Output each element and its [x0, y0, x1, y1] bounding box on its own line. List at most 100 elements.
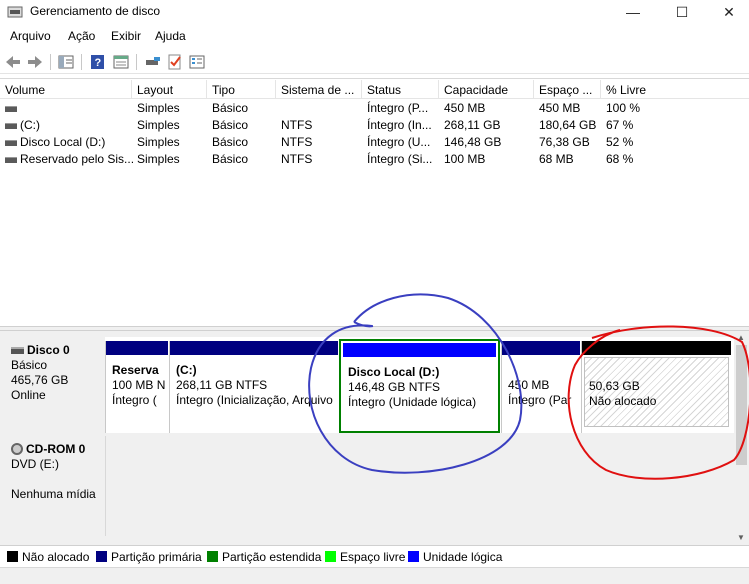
cell-sistema: NTFS: [281, 135, 313, 149]
toolbar-separator: [81, 54, 82, 70]
legend-label: Não alocado: [22, 550, 90, 564]
partition-bar: [343, 343, 496, 357]
cell-espaco: 450 MB: [539, 101, 581, 115]
forward-icon[interactable]: [26, 53, 44, 71]
cell-status: Íntegro (Si...: [367, 152, 433, 166]
menu-arquivo[interactable]: Arquivo: [10, 29, 51, 43]
properties-icon[interactable]: [112, 53, 130, 71]
column-header-espaco[interactable]: Espaço ...: [534, 80, 601, 99]
minimize-button[interactable]: —: [610, 0, 656, 24]
legend-swatch: [408, 551, 419, 562]
partition-reserved[interactable]: Reserva 100 MB N Íntegro (: [105, 341, 168, 433]
volume-icon: [5, 122, 17, 129]
partition-recovery[interactable]: 450 MB Íntegro (Par: [501, 341, 580, 433]
legend-label: Unidade lógica: [423, 550, 503, 564]
svg-text:?: ?: [95, 57, 102, 69]
cdrom-drive: DVD (E:): [11, 457, 59, 471]
cell-status: Íntegro (U...: [367, 135, 431, 149]
cell-volume: (C:): [20, 118, 40, 132]
partition-name: [508, 363, 574, 378]
cell-sistema: NTFS: [281, 152, 313, 166]
connect-icon[interactable]: [144, 53, 162, 71]
partition-name: Disco Local (D:): [348, 365, 440, 379]
column-header-status[interactable]: Status: [362, 80, 439, 99]
cell-livre: 52 %: [606, 135, 634, 149]
menu-exibir[interactable]: Exibir: [111, 29, 141, 43]
legend-item: Partição estendida: [207, 550, 321, 564]
cdrom-area[interactable]: [105, 436, 734, 536]
partition-bar: [106, 341, 168, 355]
disk0-state: Online: [11, 388, 46, 402]
scroll-up-icon[interactable]: ▲: [737, 333, 745, 342]
cell-tipo: Básico: [212, 152, 249, 166]
cell-livre: 68 %: [606, 152, 634, 166]
list-icon[interactable]: [188, 53, 206, 71]
menu-bar: Arquivo Ação Exibir Ajuda: [0, 27, 749, 47]
partition-status: Não alocado: [589, 394, 657, 408]
cell-capacidade: 146,48 GB: [444, 135, 502, 149]
disk0-partitions: Reserva 100 MB N Íntegro ( (C:) 268,11 G…: [105, 337, 734, 433]
legend-item: Partição primária: [96, 550, 202, 564]
partition-d[interactable]: Disco Local (D:) 146,48 GB NTFS Íntegro …: [339, 339, 500, 433]
cell-layout: Simples: [137, 135, 180, 149]
minimize-icon: —: [626, 4, 640, 20]
legend-label: Espaço livre: [340, 550, 406, 564]
legend-label: Partição primária: [111, 550, 202, 564]
legend-swatch: [7, 551, 18, 562]
disk-management-icon: [7, 6, 23, 18]
column-header-livre[interactable]: % Livre: [601, 80, 749, 99]
console-tree-icon[interactable]: [57, 53, 75, 71]
toolbar: ?: [0, 50, 749, 74]
menu-ajuda[interactable]: Ajuda: [155, 29, 186, 43]
table-row[interactable]: Disco Local (D:) Simples Básico NTFS Ínt…: [0, 134, 749, 151]
table-row[interactable]: Reservado pelo Sis... Simples Básico NTF…: [0, 151, 749, 168]
disk0-name: Disco 0: [27, 343, 70, 357]
close-button[interactable]: ✕: [706, 0, 749, 24]
cell-status: Íntegro (In...: [367, 118, 432, 132]
scroll-down-icon[interactable]: ▼: [737, 533, 745, 542]
volume-list: Volume Layout Tipo Sistema de ... Status…: [0, 78, 749, 326]
legend: Não alocado Partição primária Partição e…: [0, 545, 749, 567]
partition-size: 450 MB: [508, 378, 550, 392]
help-icon[interactable]: ?: [89, 53, 107, 71]
cell-volume: Disco Local (D:): [20, 135, 106, 149]
cell-layout: Simples: [137, 152, 180, 166]
cell-espaco: 68 MB: [539, 152, 574, 166]
volume-icon: [5, 139, 17, 146]
column-header-layout[interactable]: Layout: [132, 80, 207, 99]
volume-icon: [5, 105, 17, 112]
toolbar-separator: [50, 54, 51, 70]
hard-disk-icon: [11, 347, 24, 355]
column-header-sistema[interactable]: Sistema de ...: [276, 80, 362, 99]
column-header-volume[interactable]: Volume: [0, 80, 132, 99]
scrollbar-thumb[interactable]: [736, 345, 747, 465]
disk-pane-scrollbar[interactable]: ▲ ▼: [734, 331, 749, 545]
partition-unallocated[interactable]: 50,63 GB Não alocado: [581, 341, 731, 433]
table-row[interactable]: Simples Básico Íntegro (P... 450 MB 450 …: [0, 100, 749, 117]
legend-item: Não alocado: [7, 550, 89, 564]
cdrom-media: Nenhuma mídia: [11, 487, 96, 501]
back-icon[interactable]: [4, 53, 22, 71]
cell-layout: Simples: [137, 118, 180, 132]
table-row[interactable]: (C:) Simples Básico NTFS Íntegro (In... …: [0, 117, 749, 134]
maximize-icon: ☐: [675, 3, 689, 20]
volume-list-header: Volume Layout Tipo Sistema de ... Status…: [0, 80, 749, 99]
cell-status: Íntegro (P...: [367, 101, 429, 115]
check-icon[interactable]: [166, 53, 184, 71]
disk0-type: Básico: [11, 358, 48, 372]
legend-swatch: [96, 551, 107, 562]
cell-sistema: NTFS: [281, 118, 313, 132]
cdrom-label[interactable]: CD-ROM 0 DVD (E:) Nenhuma mídia: [5, 436, 104, 536]
legend-swatch: [325, 551, 336, 562]
cell-livre: 67 %: [606, 118, 634, 132]
menu-acao[interactable]: Ação: [68, 29, 95, 43]
partition-status: Íntegro (Par: [508, 393, 572, 407]
column-header-capacidade[interactable]: Capacidade: [439, 80, 534, 99]
maximize-button[interactable]: ☐: [659, 0, 705, 24]
partition-c[interactable]: (C:) 268,11 GB NTFS Íntegro (Inicializaç…: [169, 341, 338, 433]
close-icon: ✕: [723, 3, 735, 20]
disk0-label[interactable]: Disco 0 Básico 465,76 GB Online: [5, 337, 104, 433]
cell-espaco: 76,38 GB: [539, 135, 590, 149]
cell-volume: Reservado pelo Sis...: [20, 152, 135, 166]
column-header-tipo[interactable]: Tipo: [207, 80, 276, 99]
